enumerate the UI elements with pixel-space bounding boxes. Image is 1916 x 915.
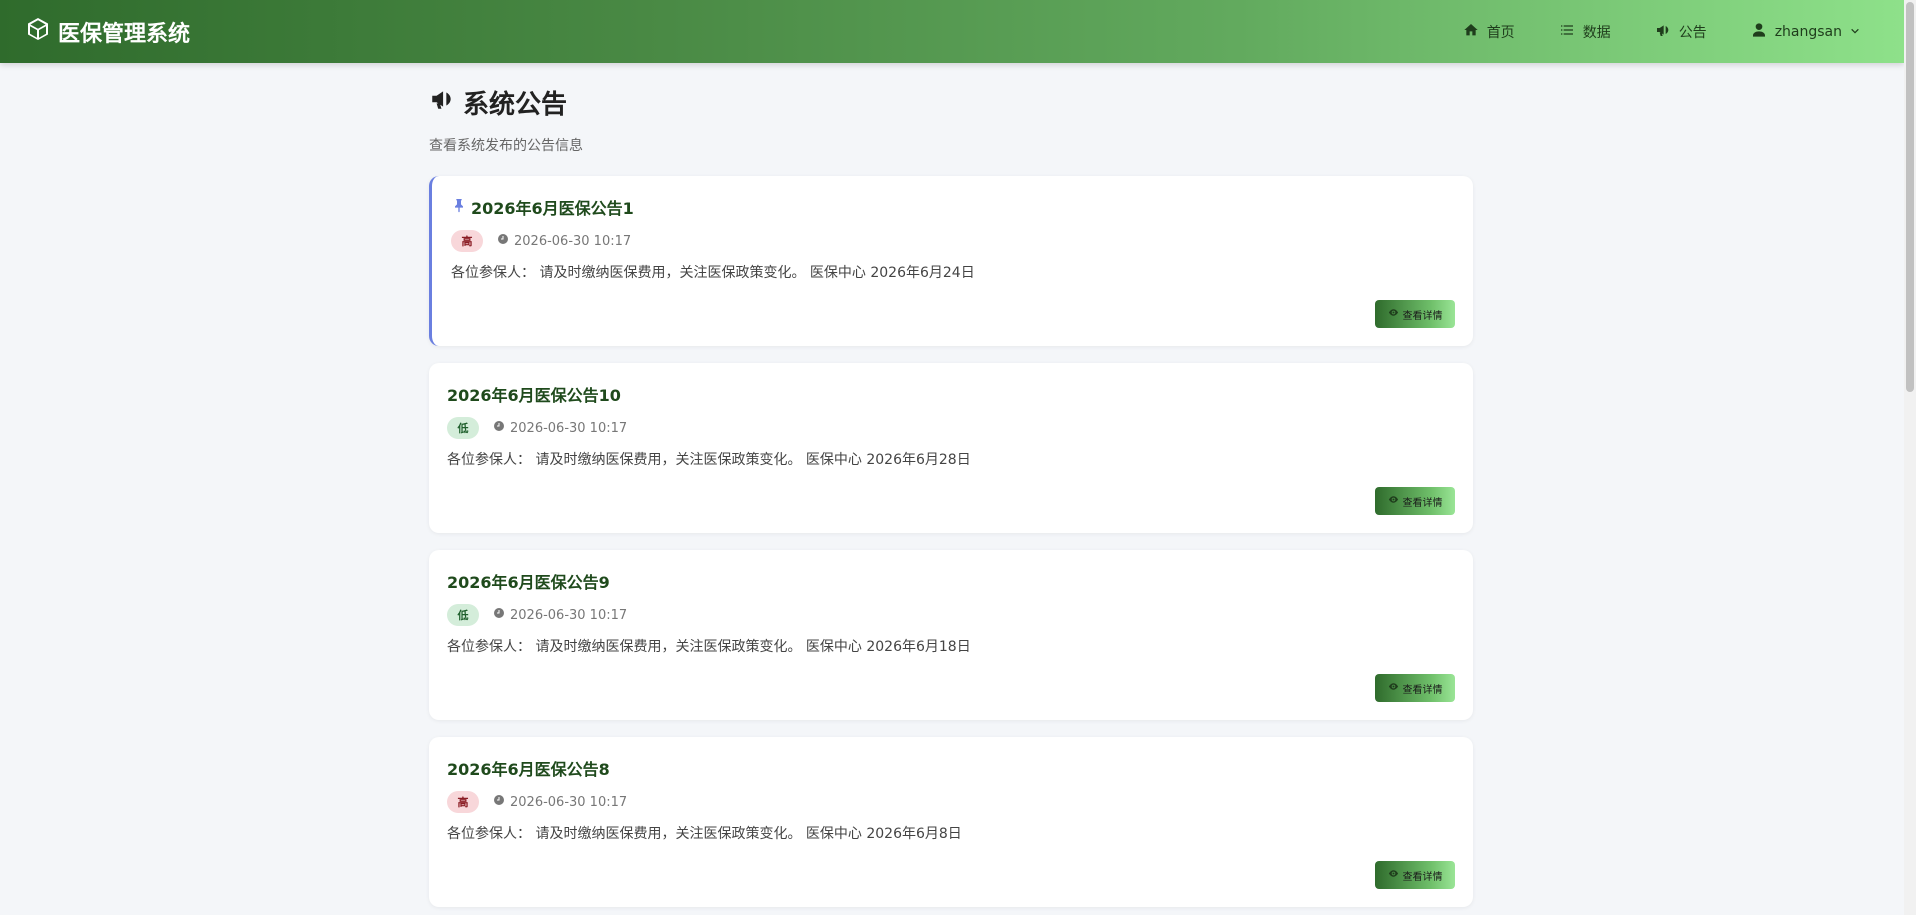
time-text: 2026-06-30 10:17 <box>514 233 632 249</box>
announcement-title[interactable]: 2026年6月医保公告10 <box>447 383 1455 405</box>
view-details-label: 查看详情 <box>1402 684 1443 696</box>
page-subtitle: 查看系统发布的公告信息 <box>429 138 583 154</box>
announcement-title-text: 2026年6月医保公告8 <box>447 760 610 779</box>
page-header: 系统公告 查看系统发布的公告信息 <box>429 84 583 155</box>
announcement-title[interactable]: 2026年6月医保公告1 <box>451 196 1455 218</box>
megaphone-icon <box>1655 22 1671 42</box>
announcement-card: 2026年6月医保公告9 低 2026-06-30 10:17 各位参保人： 请… <box>429 550 1473 720</box>
nav-item-data[interactable]: 数据 <box>1559 22 1611 42</box>
app-title: 医保管理系统 <box>58 21 191 47</box>
page-title: 系统公告 <box>429 84 583 121</box>
view-details-button[interactable]: 查看详情 <box>1375 674 1455 702</box>
time-text: 2026-06-30 10:17 <box>510 607 628 623</box>
nav-item-label: 公告 <box>1678 24 1707 41</box>
announcement-meta: 高 2026-06-30 10:17 <box>447 791 1455 813</box>
announcement-title[interactable]: 2026年6月医保公告8 <box>447 757 1455 779</box>
view-details-button[interactable]: 查看详情 <box>1375 487 1455 515</box>
cube-icon <box>26 17 50 47</box>
priority-badge: 高 <box>447 791 479 813</box>
page-title-text: 系统公告 <box>463 90 568 120</box>
pin-icon <box>451 196 467 218</box>
view-details-button[interactable]: 查看详情 <box>1375 861 1455 889</box>
nav-item-announcements[interactable]: 公告 <box>1655 22 1707 42</box>
nav-item-home[interactable]: 首页 <box>1463 22 1515 42</box>
announcement-time: 2026-06-30 10:17 <box>493 607 627 623</box>
view-details-label: 查看详情 <box>1402 310 1443 322</box>
announcement-card: 2026年6月医保公告8 高 2026-06-30 10:17 各位参保人： 请… <box>429 737 1473 907</box>
clock-icon <box>493 420 505 436</box>
announcement-meta: 高 2026-06-30 10:17 <box>451 230 1455 252</box>
username: zhangsan <box>1774 23 1842 40</box>
announcement-title-text: 2026年6月医保公告10 <box>447 386 621 405</box>
announcement-time: 2026-06-30 10:17 <box>497 233 631 249</box>
nav-item-label: 首页 <box>1486 24 1515 41</box>
megaphone-icon <box>429 86 455 119</box>
view-details-button[interactable]: 查看详情 <box>1375 300 1455 328</box>
clock-icon <box>497 233 509 249</box>
eye-icon <box>1388 494 1399 508</box>
announcement-content: 各位参保人： 请及时缴纳医保费用，关注医保政策变化。 医保中心 2026年6月2… <box>447 452 971 468</box>
top-navbar: 医保管理系统 首页 数据 公告 zhangsan <box>0 0 1904 63</box>
announcement-title-text: 2026年6月医保公告1 <box>471 199 634 218</box>
priority-badge: 低 <box>447 417 479 439</box>
announcement-time: 2026-06-30 10:17 <box>493 794 627 810</box>
view-details-label: 查看详情 <box>1402 871 1443 883</box>
user-menu[interactable]: zhangsan <box>1751 22 1860 42</box>
time-text: 2026-06-30 10:17 <box>510 794 628 810</box>
announcement-title[interactable]: 2026年6月医保公告9 <box>447 570 1455 592</box>
announcement-card: 2026年6月医保公告1 高 2026-06-30 10:17 各位参保人： 请… <box>429 176 1473 346</box>
list-icon <box>1559 22 1575 42</box>
clock-icon <box>493 794 505 810</box>
announcement-content: 各位参保人： 请及时缴纳医保费用，关注医保政策变化。 医保中心 2026年6月2… <box>451 265 975 281</box>
announcement-meta: 低 2026-06-30 10:17 <box>447 417 1455 439</box>
eye-icon <box>1388 307 1399 321</box>
announcement-title-text: 2026年6月医保公告9 <box>447 573 610 592</box>
scrollbar-thumb[interactable] <box>1906 2 1914 392</box>
announcement-content: 各位参保人： 请及时缴纳医保费用，关注医保政策变化。 医保中心 2026年6月1… <box>447 639 971 655</box>
eye-icon <box>1388 868 1399 882</box>
priority-badge: 低 <box>447 604 479 626</box>
chevron-down-icon <box>1850 24 1860 40</box>
view-details-label: 查看详情 <box>1402 497 1443 509</box>
announcement-meta: 低 2026-06-30 10:17 <box>447 604 1455 626</box>
time-text: 2026-06-30 10:17 <box>510 420 628 436</box>
home-icon <box>1463 22 1479 42</box>
user-icon <box>1751 22 1767 42</box>
announcement-time: 2026-06-30 10:17 <box>493 420 627 436</box>
clock-icon <box>493 607 505 623</box>
brand[interactable]: 医保管理系统 <box>26 0 190 63</box>
priority-badge: 高 <box>451 230 483 252</box>
eye-icon <box>1388 681 1399 695</box>
nav-item-label: 数据 <box>1582 24 1611 41</box>
announcement-content: 各位参保人： 请及时缴纳医保费用，关注医保政策变化。 医保中心 2026年6月8… <box>447 826 962 842</box>
announcement-card: 2026年6月医保公告10 低 2026-06-30 10:17 各位参保人： … <box>429 363 1473 533</box>
page-scrollbar[interactable] <box>1904 0 1916 915</box>
